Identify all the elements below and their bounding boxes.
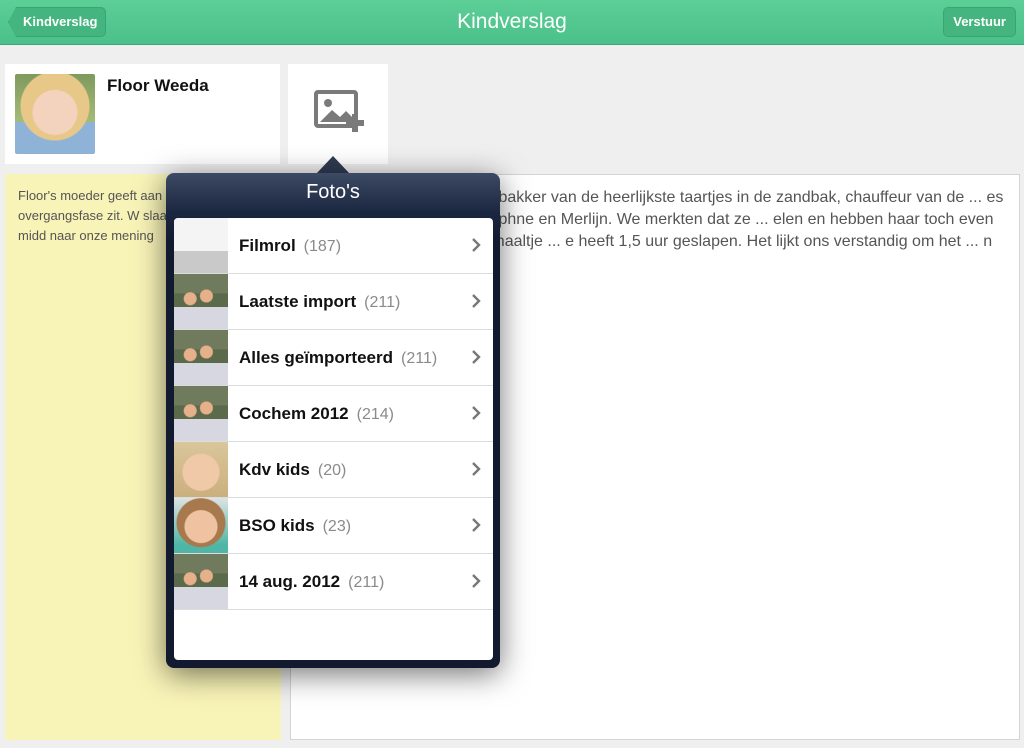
album-count: (23) (322, 518, 352, 535)
chevron-right-icon (472, 238, 481, 252)
chevron-right-icon (472, 350, 481, 364)
popover-title: Foto's (306, 181, 360, 203)
popover-arrow (316, 156, 350, 174)
album-name: Kdv kids (239, 460, 310, 479)
back-button[interactable]: Kindverslag (8, 7, 107, 37)
album-row-14-aug-2012[interactable]: 14 aug. 2012 (211) (174, 554, 493, 610)
album-name: BSO kids (239, 516, 315, 535)
album-thumbnail (174, 386, 228, 441)
album-row-bso-kids[interactable]: BSO kids (23) (174, 498, 493, 554)
album-thumbnail (174, 218, 228, 273)
album-count: (211) (364, 294, 401, 311)
child-name: Floor Weeda (107, 76, 209, 95)
navigation-bar: Kindverslag Kindverslag Verstuur (0, 0, 1024, 45)
album-count: (214) (356, 406, 394, 423)
chevron-right-icon (472, 406, 481, 420)
album-name: 14 aug. 2012 (239, 572, 341, 591)
album-count: (20) (317, 462, 347, 479)
page-title: Kindverslag (457, 10, 567, 33)
chevron-right-icon (472, 294, 481, 308)
chevron-right-icon (472, 518, 481, 532)
album-thumbnail (174, 554, 228, 609)
album-thumbnail (174, 274, 228, 329)
album-name: Alles geïmporteerd (239, 348, 393, 367)
album-thumbnail (174, 442, 228, 497)
album-count: (211) (401, 350, 438, 367)
album-thumbnail (174, 330, 228, 385)
child-card[interactable]: Floor Weeda (5, 64, 280, 164)
album-row-alles-geimporteerd[interactable]: Alles geïmporteerd (211) (174, 330, 493, 386)
send-button[interactable]: Verstuur (943, 7, 1016, 37)
album-list: Filmrol (187) Laatste import (211) Alles g… (174, 218, 493, 660)
album-row-kdv-kids[interactable]: Kdv kids (20) (174, 442, 493, 498)
add-photo-button[interactable] (288, 64, 388, 164)
album-row-laatste-import[interactable]: Laatste import (211) (174, 274, 493, 330)
chevron-right-icon (472, 574, 481, 588)
chevron-right-icon (472, 462, 481, 476)
album-count: (211) (348, 574, 385, 591)
album-thumbnail (174, 498, 228, 553)
album-name: Cochem 2012 (239, 404, 349, 423)
child-avatar (15, 74, 95, 154)
album-name: Laatste import (239, 292, 357, 311)
add-photo-icon (314, 90, 364, 132)
album-row-cochem-2012[interactable]: Cochem 2012 (214) (174, 386, 493, 442)
album-row-filmrol[interactable]: Filmrol (187) (174, 218, 493, 274)
album-name: Filmrol (239, 236, 296, 255)
album-count: (187) (303, 238, 342, 255)
photos-popover: Foto's Filmrol (187) Laatste import (211) … (166, 173, 500, 668)
